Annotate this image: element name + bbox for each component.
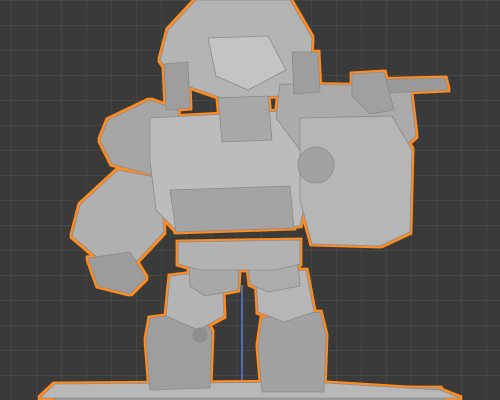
back-pod-right <box>291 51 321 95</box>
left-arm-forearm <box>71 169 165 263</box>
neck-block <box>217 95 273 143</box>
left-knee-joint <box>192 327 208 343</box>
torso-lower <box>169 185 295 233</box>
3d-viewport[interactable] <box>0 0 500 400</box>
right-elbow-joint <box>297 146 335 184</box>
pelvis <box>177 239 301 271</box>
right-leg-shin <box>257 311 327 393</box>
mech-robot-model[interactable] <box>39 0 461 400</box>
base-platform-top <box>39 381 461 399</box>
viewport-scene[interactable] <box>0 0 500 400</box>
back-pod-left <box>163 61 191 111</box>
